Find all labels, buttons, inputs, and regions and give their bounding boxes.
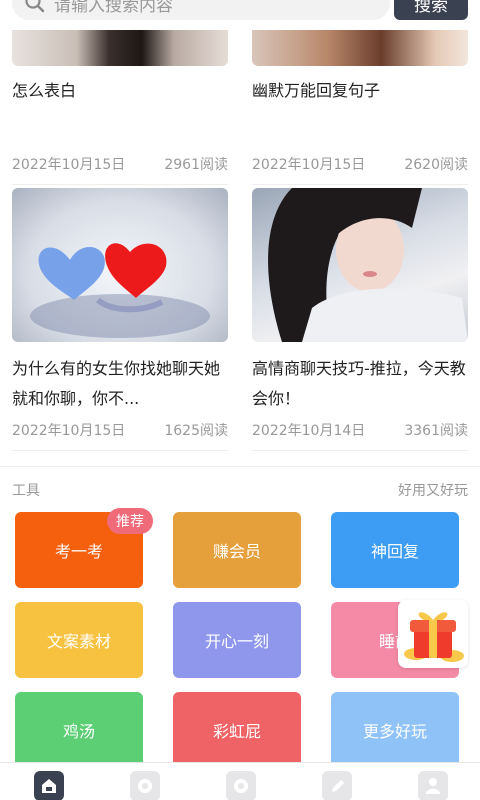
tools-heading: 工具	[12, 483, 40, 499]
section-divider	[0, 466, 480, 467]
divider	[252, 184, 468, 185]
tool-label: 赚会员	[212, 542, 261, 561]
article-title: 高情商聊天技巧-推拉，今天教会你！	[252, 359, 466, 408]
tool-button[interactable]: 考一考 推荐	[15, 508, 153, 588]
tool-label: 文案素材	[46, 632, 111, 651]
tool-button[interactable]: 神回复	[331, 512, 459, 588]
article-thumb-top-right[interactable]	[252, 30, 468, 66]
search-placeholder: 请输入搜索内容	[54, 0, 173, 16]
tab-profile[interactable]	[418, 771, 448, 800]
tool-label: 开心一刻	[204, 632, 269, 651]
search-input[interactable]: 请输入搜索内容	[12, 0, 390, 20]
divider	[252, 450, 468, 451]
discover-icon	[138, 779, 152, 793]
article-title: 为什么有的女生你找她聊天她就和你聊，你不...	[12, 359, 221, 408]
tools-slogan[interactable]: 好用又好玩	[398, 480, 468, 500]
tool-button[interactable]: 赚会员	[173, 512, 301, 588]
hearts-image	[30, 243, 210, 338]
tools-header: 工具 好用又好玩	[12, 480, 468, 500]
tool-label: 彩虹屁	[212, 722, 261, 741]
gift-button[interactable]	[398, 600, 468, 668]
divider	[12, 184, 228, 185]
profile-icon	[426, 778, 440, 794]
tab-discover[interactable]	[130, 771, 160, 800]
article-date: 2022年10月15日	[252, 157, 366, 173]
home-icon	[42, 779, 56, 793]
article-card-3[interactable]: 为什么有的女生你找她聊天她就和你聊，你不... 2022年10月15日 1625…	[12, 188, 228, 451]
article-reads: 2961阅读	[164, 157, 228, 173]
tab-chat[interactable]	[226, 771, 256, 800]
article-thumb-top-left[interactable]	[12, 30, 228, 66]
search-bar: 请输入搜索内容 搜索	[0, 0, 480, 22]
article-title: 怎么表白	[12, 81, 77, 100]
tool-button[interactable]: 鸡汤	[15, 692, 143, 768]
article-date: 2022年10月15日	[12, 423, 126, 439]
portrait-image	[268, 188, 468, 342]
bottom-tabbar	[0, 762, 480, 800]
article-title: 幽默万能回复句子	[252, 81, 381, 100]
tool-label: 神回复	[370, 542, 419, 561]
tab-home[interactable]	[34, 771, 64, 800]
recommend-badge: 推荐	[107, 508, 153, 534]
tool-label: 鸡汤	[62, 722, 95, 741]
article-thumb-girl	[252, 188, 468, 342]
tool-button[interactable]: 更多好玩	[331, 692, 459, 768]
chat-icon	[234, 779, 248, 793]
article-date: 2022年10月15日	[12, 157, 126, 173]
tab-edit[interactable]	[322, 771, 352, 800]
divider	[12, 450, 228, 451]
article-card-4[interactable]: 高情商聊天技巧-推拉，今天教会你！ 2022年10月14日 3361阅读	[252, 188, 468, 451]
article-card-2[interactable]: 幽默万能回复句子 2022年10月15日 2620阅读	[252, 76, 468, 185]
gift-icon	[404, 612, 464, 662]
article-thumb-hearts	[12, 188, 228, 342]
edit-icon	[332, 780, 344, 792]
search-icon	[24, 0, 46, 14]
article-date: 2022年10月14日	[252, 423, 366, 439]
tool-label: 更多好玩	[362, 722, 427, 741]
search-button[interactable]: 搜索	[394, 0, 468, 20]
tool-button[interactable]: 开心一刻	[173, 602, 301, 678]
article-card-1[interactable]: 怎么表白 2022年10月15日 2961阅读	[12, 76, 228, 185]
article-reads: 3361阅读	[404, 423, 468, 439]
article-reads: 2620阅读	[404, 157, 468, 173]
tool-button[interactable]: 文案素材	[15, 602, 143, 678]
tool-button[interactable]: 彩虹屁	[173, 692, 301, 768]
article-reads: 1625阅读	[164, 423, 228, 439]
tool-label: 考一考	[54, 542, 103, 561]
